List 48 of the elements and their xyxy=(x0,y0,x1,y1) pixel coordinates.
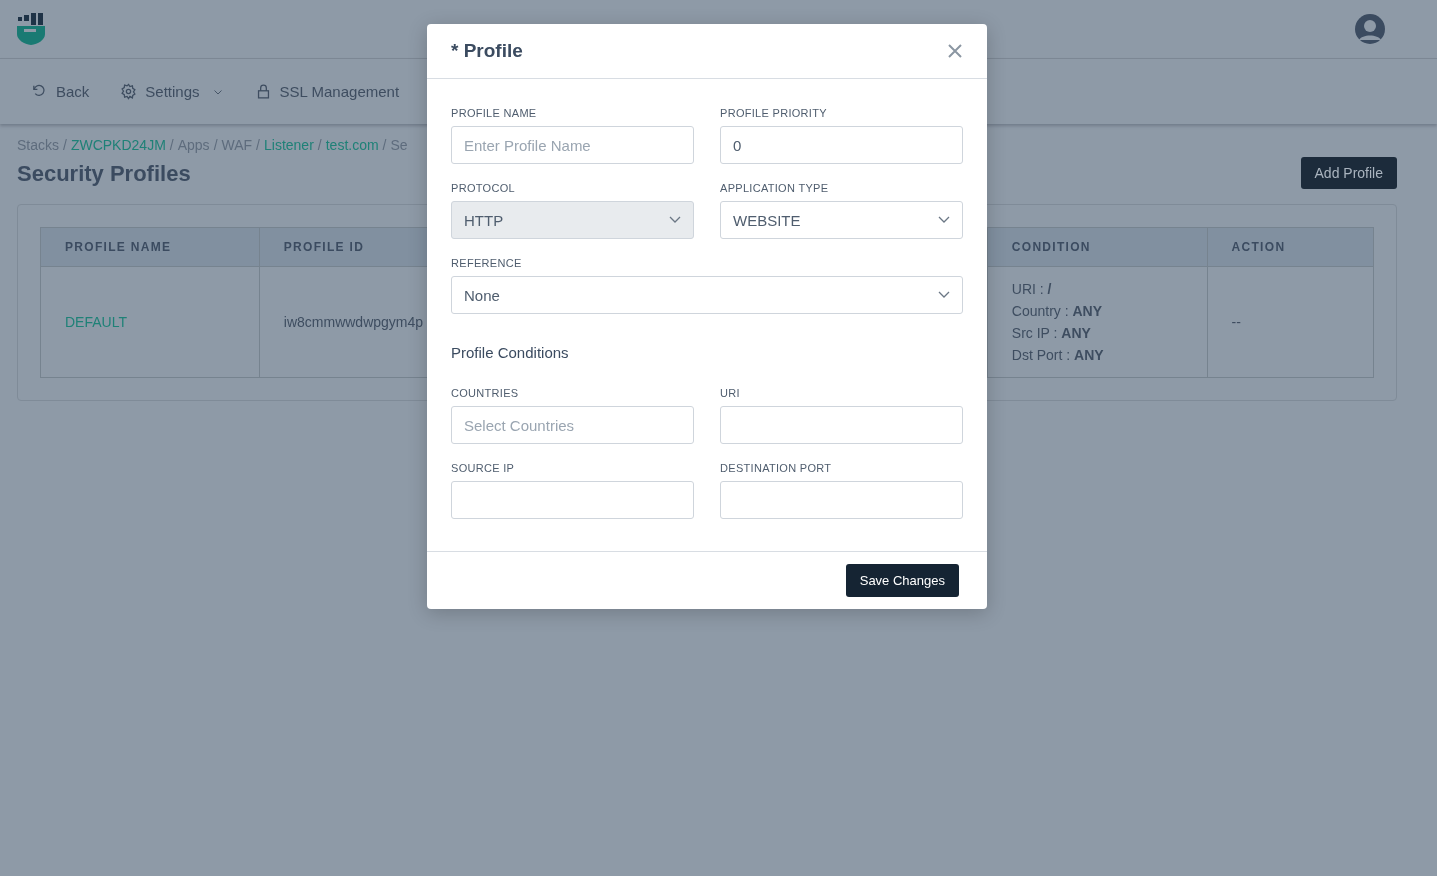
breadcrumb-link[interactable]: ZWCPKD24JM xyxy=(70,137,166,153)
condition-line: Dst Port : ANY xyxy=(1011,346,1105,365)
select-field[interactable]: WEBSITE xyxy=(720,201,963,239)
condition-line: Src IP : ANY xyxy=(1011,324,1092,343)
input-field[interactable]: Select Countries xyxy=(451,406,694,444)
breadcrumb-separator: / xyxy=(256,137,260,153)
breadcrumb-separator: / xyxy=(169,137,174,153)
nav-item[interactable]: Back xyxy=(31,83,90,100)
input-field[interactable]: Enter Profile Name xyxy=(451,126,694,164)
field-label: COUNTRIES xyxy=(451,387,520,399)
field-label: APPLICATION TYPE xyxy=(720,182,830,194)
column-header: CONDITION xyxy=(987,227,1208,267)
nav-item[interactable]: SSL Management xyxy=(254,83,400,100)
field-label: PROFILE PRIORITY xyxy=(720,107,828,119)
field-label: PROTOCOL xyxy=(451,182,516,194)
breadcrumb-separator: / xyxy=(317,137,322,153)
field-label: PROFILE NAME xyxy=(451,107,538,119)
input-field[interactable] xyxy=(720,406,963,444)
modal-title: * Profile xyxy=(451,40,523,62)
input-field[interactable] xyxy=(720,481,963,519)
field-label: DESTINATION PORT xyxy=(720,462,833,474)
field-label: SOURCE IP xyxy=(451,462,516,474)
page-title: Security Profiles xyxy=(17,161,191,187)
save-changes-button[interactable]: Save Changes xyxy=(845,564,959,597)
condition-line: Country : ANY xyxy=(1011,302,1104,321)
select-field[interactable]: None xyxy=(451,276,963,314)
breadcrumb-link[interactable]: test.com xyxy=(325,137,379,153)
gear-icon xyxy=(120,83,138,100)
breadcrumb-separator: / xyxy=(63,137,67,153)
column-header: ACTION xyxy=(1207,227,1374,267)
close-icon[interactable] xyxy=(947,43,963,59)
field-label: URI xyxy=(720,387,741,399)
add-profile-button[interactable]: Add Profile xyxy=(1300,157,1397,189)
chevron-down-icon xyxy=(938,216,950,224)
shield-fist-logo xyxy=(17,13,45,45)
breadcrumb-separator: / xyxy=(382,137,387,153)
column-header: PROFILE NAME xyxy=(40,227,260,267)
condition-line: URI : / xyxy=(1011,280,1053,299)
breadcrumb-separator: / xyxy=(213,137,218,153)
profile-name-link[interactable]: DEFAULT xyxy=(65,314,127,330)
avatar-icon[interactable] xyxy=(1355,14,1385,44)
breadcrumb-link[interactable]: Listener xyxy=(264,137,314,153)
input-field[interactable]: 0 xyxy=(720,126,963,164)
chevron-down-icon xyxy=(669,216,681,224)
table-cell: -- xyxy=(1207,266,1374,378)
input-field[interactable] xyxy=(451,481,694,519)
chevron-down-icon xyxy=(938,291,950,299)
nav-item[interactable]: Settings xyxy=(120,83,224,100)
